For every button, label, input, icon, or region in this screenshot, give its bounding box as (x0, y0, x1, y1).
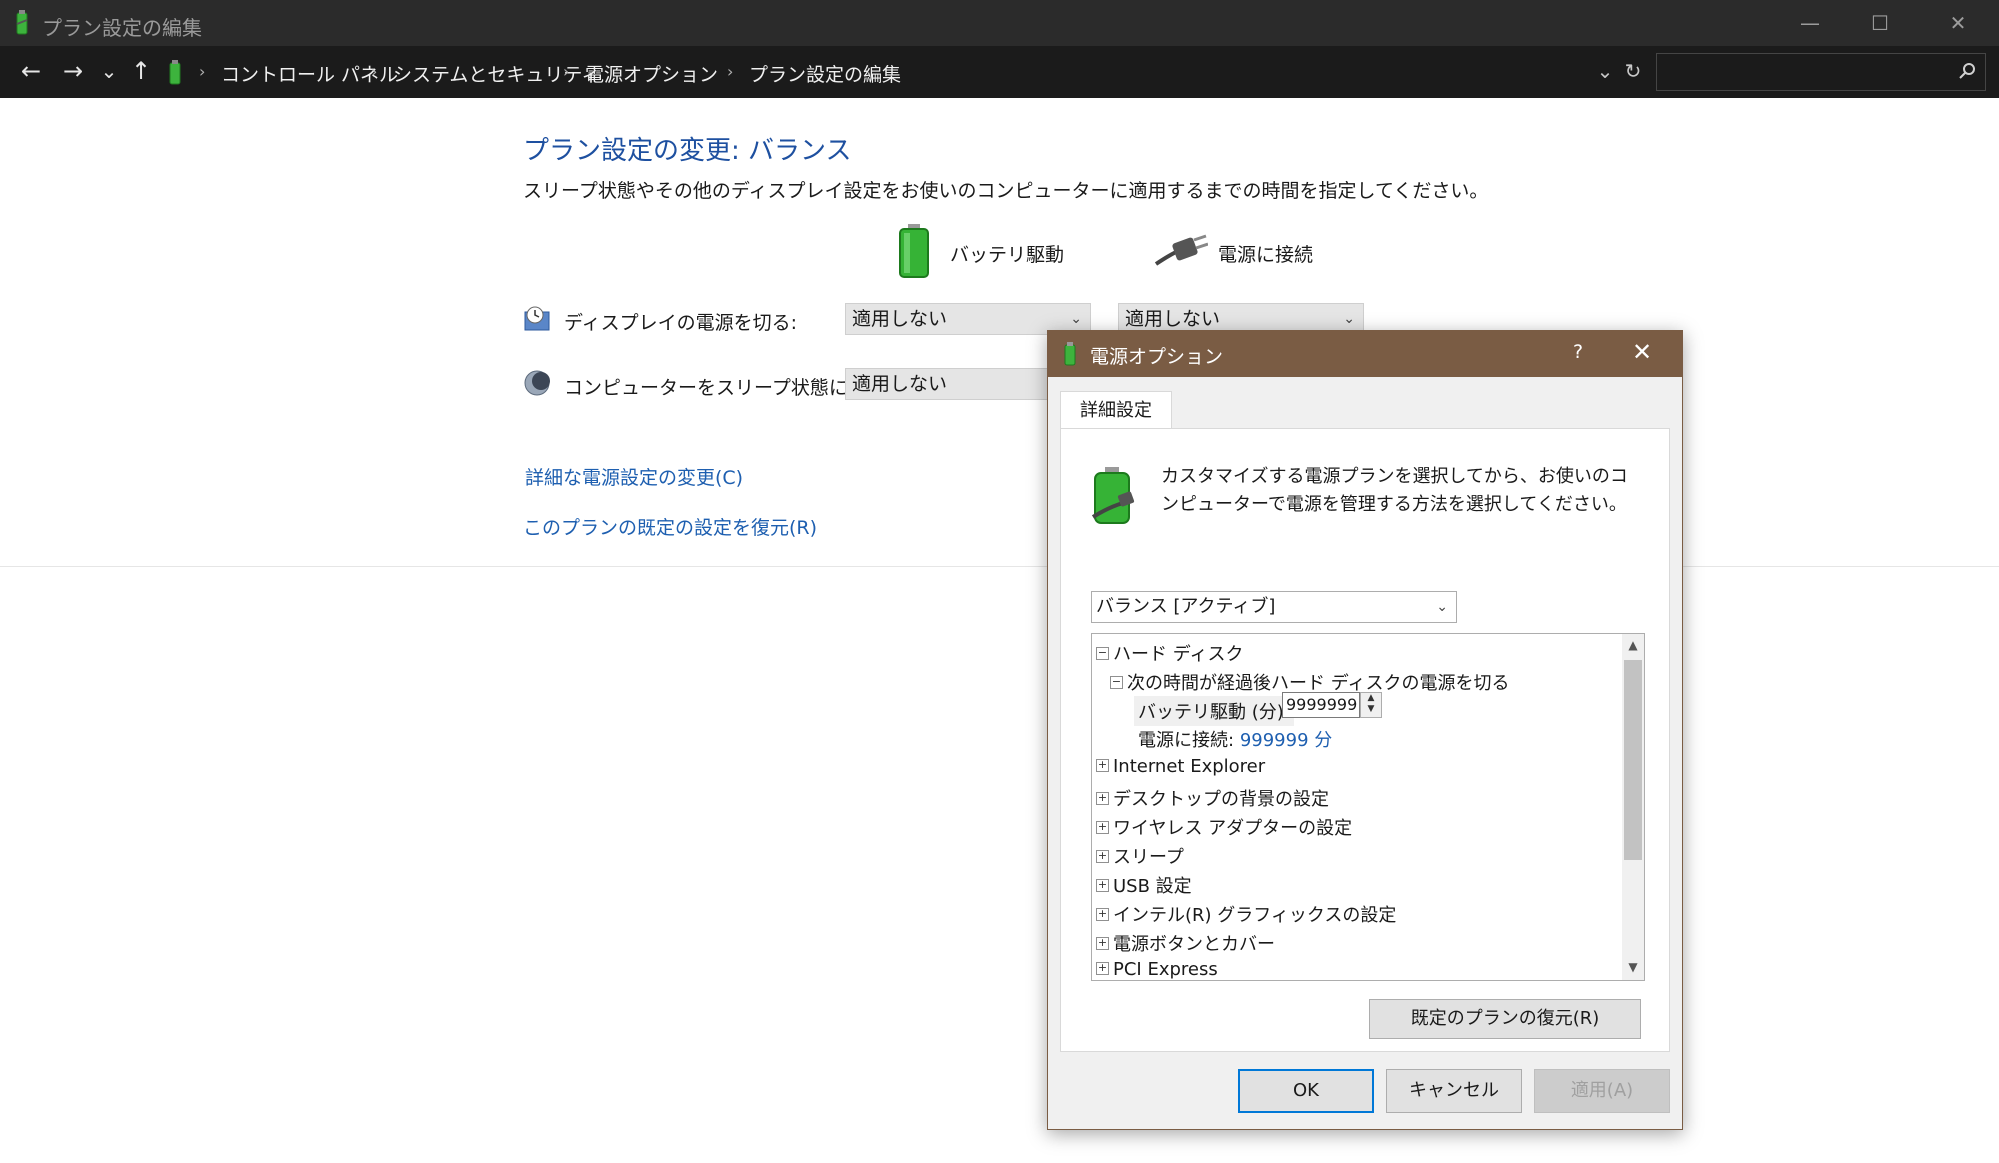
ok-button[interactable]: OK (1238, 1069, 1374, 1113)
tree-item-label: ワイヤレス アダプターの設定 (1113, 818, 1353, 839)
tree-item-label: PCI Express (1113, 959, 1218, 980)
close-button[interactable]: ✕ (1928, 8, 1988, 38)
tab-advanced-settings[interactable]: 詳細設定 (1060, 391, 1172, 430)
chevron-down-icon: ⌄ (1436, 599, 1448, 615)
plan-select-value: バランス [アクティブ] (1096, 596, 1276, 617)
battery-minutes-stepper[interactable]: ▲ ▼ (1360, 692, 1382, 718)
tree-item-label: スリープ (1113, 847, 1184, 868)
apply-button[interactable]: 適用(A) (1534, 1069, 1670, 1113)
tree-item-usb[interactable]: + USB 設定 (1096, 872, 1192, 898)
power-options-icon (1064, 342, 1076, 366)
tree-item-label: インテル(R) グラフィックスの設定 (1113, 905, 1397, 926)
display-off-battery-value: 適用しない (852, 308, 948, 330)
expand-icon[interactable]: + (1096, 791, 1109, 805)
forward-button[interactable]: → (58, 56, 88, 86)
recent-locations-button[interactable]: ⌄ (94, 56, 124, 86)
section-divider (0, 566, 1999, 567)
restore-plan-defaults-button[interactable]: 既定のプランの復元(R) (1369, 999, 1641, 1039)
breadcrumb-item-edit-plan[interactable]: プラン設定の編集 (749, 60, 901, 87)
plugged-minutes-value-link[interactable]: 999999 分 (1240, 730, 1332, 751)
maximize-button[interactable]: ☐ (1850, 8, 1910, 38)
scroll-thumb[interactable] (1624, 660, 1642, 860)
breadcrumb[interactable]: › コントロール パネル › システムとセキュリティ › 電源オプション › プ… (160, 55, 1642, 91)
tree-item-wireless-adapter[interactable]: + ワイヤレス アダプターの設定 (1096, 814, 1352, 840)
search-input[interactable] (1656, 53, 1986, 91)
battery-icon (899, 224, 929, 278)
battery-plug-icon (1091, 467, 1135, 524)
expand-icon[interactable]: + (1096, 849, 1109, 863)
breadcrumb-separator: › (727, 62, 734, 81)
display-off-label: ディスプレイの電源を切る: (564, 312, 798, 334)
tree-item-power-buttons[interactable]: + 電源ボタンとカバー (1096, 930, 1275, 956)
expand-icon[interactable]: + (1096, 907, 1109, 921)
expand-icon[interactable]: + (1096, 878, 1109, 892)
tree-item-label: ハード ディスク (1113, 644, 1244, 665)
refresh-button[interactable]: ↻ (1618, 56, 1648, 86)
scroll-up-icon[interactable]: ▲ (1622, 638, 1644, 652)
tree-item-battery-minutes: バッテリ駆動 (分): (1134, 696, 1294, 726)
plugged-minutes-label: 電源に接続: (1138, 730, 1235, 751)
sleep-moon-icon (524, 370, 550, 396)
dialog-description: カスタマイズする電源プランを選択してから、お使いのコンピューターで電源を管理する… (1161, 466, 1628, 515)
expand-icon[interactable]: + (1096, 820, 1109, 834)
sleep-battery-value: 適用しない (852, 373, 948, 395)
search-icon (1959, 63, 1975, 79)
minimize-button[interactable]: — (1780, 8, 1840, 38)
breadcrumb-separator: › (199, 62, 206, 81)
tree-item-desktop-background[interactable]: + デスクトップの背景の設定 (1096, 785, 1329, 811)
breadcrumb-separator: › (371, 62, 378, 81)
power-plug-icon (1154, 234, 1208, 266)
tree-item-label: デスクトップの背景の設定 (1113, 789, 1329, 810)
window-title: プラン設定の編集 (42, 16, 202, 40)
window-title-bar[interactable]: プラン設定の編集 — ☐ ✕ (0, 0, 1999, 46)
tree-item-pci-express[interactable]: + PCI Express (1096, 959, 1218, 980)
collapse-icon[interactable]: − (1096, 646, 1109, 660)
page-description: スリープ状態やその他のディスプレイ設定をお使いのコンピューターに適用するまでの時… (523, 180, 1489, 202)
tree-item-intel-graphics[interactable]: + インテル(R) グラフィックスの設定 (1096, 901, 1396, 927)
column-header-battery: バッテリ駆動 (950, 244, 1065, 266)
up-button[interactable]: ↑ (126, 56, 156, 86)
power-options-icon (169, 60, 181, 85)
tree-item-internet-explorer[interactable]: + Internet Explorer (1096, 756, 1265, 777)
tree-item-label: 次の時間が経過後ハード ディスクの電源を切る (1127, 673, 1510, 694)
display-off-plugged-value: 適用しない (1125, 308, 1221, 330)
breadcrumb-separator: › (563, 62, 570, 81)
plan-select[interactable]: バランス [アクティブ] ⌄ (1091, 591, 1457, 623)
power-options-dialog: 電源オプション ? ✕ 詳細設定 カスタマイズする電源プランを選択してから、お使… (1047, 330, 1683, 1130)
tree-item-plugged-minutes: 電源に接続: 999999 分 (1138, 726, 1332, 752)
tree-item-label: Internet Explorer (1113, 756, 1266, 777)
address-dropdown-button[interactable]: ⌄ (1590, 56, 1620, 86)
dialog-close-button[interactable]: ✕ (1622, 338, 1662, 366)
address-bar: ← → ⌄ ↑ › コントロール パネル › システムとセキュリティ › 電源オ… (0, 46, 1999, 98)
tree-item-hard-disk[interactable]: − ハード ディスク (1096, 640, 1243, 666)
tree-item-label: 電源ボタンとカバー (1113, 934, 1275, 955)
advanced-settings-panel: カスタマイズする電源プランを選択してから、お使いのコンピューターで電源を管理する… (1060, 428, 1670, 1052)
breadcrumb-item-power-options[interactable]: 電源オプション (585, 60, 718, 87)
dialog-title-bar[interactable]: 電源オプション ? ✕ (1048, 331, 1682, 377)
expand-icon[interactable]: + (1096, 936, 1109, 950)
advanced-settings-link[interactable]: 詳細な電源設定の変更(C) (525, 463, 743, 490)
help-button[interactable]: ? (1558, 341, 1598, 363)
scroll-down-icon[interactable]: ▼ (1622, 960, 1644, 974)
tree-scrollbar[interactable]: ▲ ▼ (1622, 634, 1644, 980)
sleep-label: コンピューターをスリープ状態にする: (564, 377, 893, 399)
tree-item-label: USB 設定 (1113, 876, 1192, 897)
power-options-icon (16, 10, 28, 35)
battery-minutes-input[interactable]: 9999999 (1282, 692, 1360, 718)
expand-icon[interactable]: + (1096, 961, 1109, 975)
page-title: プラン設定の変更: バランス (523, 136, 852, 166)
battery-minutes-label: バッテリ駆動 (分): (1138, 702, 1290, 723)
cancel-button[interactable]: キャンセル (1386, 1069, 1522, 1113)
expand-icon[interactable]: + (1096, 758, 1109, 772)
collapse-icon[interactable]: − (1110, 675, 1123, 689)
back-button[interactable]: ← (16, 56, 46, 86)
restore-defaults-link[interactable]: このプランの既定の設定を復元(R) (523, 513, 817, 540)
tree-item-sleep[interactable]: + スリープ (1096, 843, 1184, 869)
dialog-title: 電源オプション (1090, 346, 1224, 368)
settings-tree[interactable]: − ハード ディスク − 次の時間が経過後ハード ディスクの電源を切る バッテリ駆動… (1091, 633, 1645, 981)
column-header-plugged: 電源に接続 (1218, 244, 1314, 266)
display-clock-icon (524, 306, 550, 331)
